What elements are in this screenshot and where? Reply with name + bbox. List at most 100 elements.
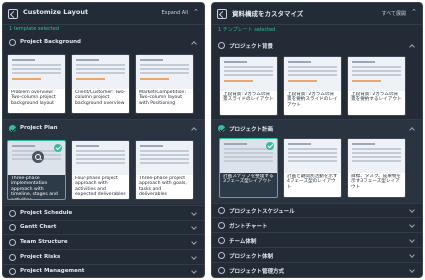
radio-checked-icon[interactable] [218, 125, 225, 132]
section-project-background[interactable]: Project Background [3, 36, 204, 49]
chevron-down-icon[interactable] [191, 224, 197, 230]
selected-count: 1 template selected [9, 26, 60, 32]
template-card[interactable]: Four-phase project approach with activit… [71, 140, 130, 200]
thumbnail [284, 139, 341, 173]
radio-icon[interactable] [9, 268, 16, 275]
chevron-down-icon[interactable] [409, 237, 415, 243]
chevron-down-icon[interactable] [409, 222, 415, 228]
radio-icon[interactable] [218, 42, 225, 49]
panel-header: 資料構成をカスタマイズ すべて展開 ⌃ [212, 3, 422, 25]
template-card-selected[interactable]: Three-phase implementation approach with… [7, 140, 66, 200]
template-card[interactable]: Market/Competition: Two-column layout wi… [135, 54, 194, 114]
selected-count: 1 テンプレート selected [218, 27, 276, 33]
chevron-down-icon[interactable] [191, 210, 197, 216]
section-gantt-chart[interactable]: Gantt Chart [3, 221, 204, 234]
radio-icon[interactable] [218, 237, 225, 244]
section-label: プロジェクト計画 [229, 127, 274, 133]
radio-icon[interactable] [9, 239, 16, 246]
panel-title: 資料構成をカスタマイズ [232, 10, 304, 18]
card-description: 目標、タスク、成果物を示す3フェーズ型レイアウト [351, 174, 402, 190]
chevron-down-icon[interactable] [409, 252, 415, 258]
radio-icon[interactable] [9, 210, 16, 217]
divider [3, 249, 204, 250]
section-project-risks[interactable]: Project Risks [3, 251, 204, 264]
section-project-structure[interactable]: プロジェクト体制 [212, 249, 422, 262]
chevron-up-icon[interactable] [191, 41, 197, 47]
template-card[interactable]: 上段背景: 2カラムの背景スライドのレイアウト [219, 56, 278, 116]
customize-layout-panel-ja: 資料構成をカスタマイズ すべて展開 ⌃ 1 テンプレート selected プロ… [211, 2, 423, 278]
chevron-down-icon[interactable] [409, 207, 415, 213]
chevron-down-icon[interactable] [409, 267, 415, 273]
card-description: 計画ステップを整理する3フェーズ型レイアウト [223, 174, 274, 185]
card-description: 上段背景: 2カラムの背景スライドのレイアウト [223, 92, 274, 103]
divider [212, 247, 422, 248]
panel-title: Customize Layout [23, 8, 89, 16]
chevron-down-icon[interactable] [191, 268, 197, 274]
section-label: プロジェクト管理方式 [229, 269, 285, 275]
radio-icon[interactable] [218, 267, 225, 274]
template-card[interactable]: Three-phase project approach with goals,… [135, 140, 194, 200]
panel-header: Customize Layout Expand All ⌃ [3, 3, 204, 25]
chevron-down-icon[interactable] [191, 239, 197, 245]
chevron-icon[interactable]: ⌃ [411, 8, 417, 16]
expand-all-button[interactable]: Expand All [162, 10, 189, 16]
section-project-schedule[interactable]: プロジェクトスケジュール [212, 204, 422, 217]
template-card-selected[interactable]: 計画ステップを整理する3フェーズ型レイアウト [219, 138, 278, 198]
template-card[interactable]: 計画と期間別活動を示す4フェーズ型のレイアウト [283, 138, 342, 198]
radio-icon[interactable] [218, 222, 225, 229]
chevron-up-icon[interactable] [409, 44, 415, 50]
thumbnail [136, 55, 193, 89]
thumbnail [284, 57, 341, 91]
back-icon[interactable] [8, 9, 18, 19]
card-description: 計画と期間別活動を示す4フェーズ型のレイアウト [287, 174, 338, 190]
radio-icon[interactable] [218, 207, 225, 214]
card-description: Four-phase project approach with activit… [75, 176, 126, 198]
template-card[interactable]: 目標、タスク、成果物を示す3フェーズ型レイアウト [347, 138, 406, 198]
customize-layout-panel-en: Customize Layout Expand All ⌃ 1 template… [2, 2, 205, 278]
chevron-icon[interactable]: ⌃ [193, 8, 199, 16]
section-project-management[interactable]: プロジェクト管理方式 [212, 264, 422, 277]
chevron-up-icon[interactable] [191, 127, 197, 133]
divider [3, 234, 204, 235]
section-label: プロジェクト体制 [229, 254, 274, 260]
section-project-management[interactable]: Project Management [3, 265, 204, 277]
chevron-down-icon[interactable] [191, 254, 197, 260]
section-project-schedule[interactable]: Project Schedule [3, 207, 204, 220]
section-project-background[interactable]: プロジェクト背景 [212, 39, 422, 52]
thumbnail [348, 139, 405, 173]
card-description: Three-phase implementation approach with… [11, 176, 58, 199]
card-description: Market/Competition: Two-column layout wi… [139, 90, 186, 106]
radio-icon[interactable] [9, 224, 16, 231]
chevron-up-icon[interactable] [409, 127, 415, 133]
section-gantt-chart[interactable]: ガントチャート [212, 219, 422, 232]
section-label: Project Background [20, 39, 81, 45]
section-project-plan[interactable]: Project Plan [3, 122, 204, 135]
section-label: Project Risks [20, 254, 61, 260]
divider [3, 205, 204, 206]
section-team-structure[interactable]: Team Structure [3, 236, 204, 249]
card-description: 上段背景: 2カラムの背景を要約するレイアウト [351, 92, 402, 103]
divider [212, 217, 422, 218]
radio-icon[interactable] [9, 254, 16, 261]
section-project-plan[interactable]: プロジェクト計画 [212, 122, 422, 135]
template-card[interactable]: 上段背景: 2カラムの背景を要約するレイアウト [347, 56, 406, 116]
card-description: Problem overview: Two-column project bac… [11, 90, 56, 106]
template-card[interactable]: Client/Customer: Two-column project back… [71, 54, 130, 114]
section-label: チーム体制 [229, 239, 257, 245]
radio-checked-icon[interactable] [9, 125, 16, 132]
zoom-icon[interactable] [32, 151, 44, 163]
section-label: Project Plan [20, 125, 58, 131]
thumbnail [136, 141, 193, 175]
divider [212, 232, 422, 233]
section-label: プロジェクト背景 [229, 44, 274, 50]
template-card[interactable]: 上段背景: 2カラムの背景を要約スライドのレイアウト [283, 56, 342, 116]
screenshot-root: Customize Layout Expand All ⌃ 1 template… [0, 0, 425, 280]
section-team-structure[interactable]: チーム体制 [212, 234, 422, 247]
expand-all-button[interactable]: すべて展開 [382, 10, 406, 17]
check-icon [54, 144, 62, 152]
back-icon[interactable] [217, 9, 227, 19]
radio-icon[interactable] [9, 39, 16, 46]
radio-icon[interactable] [218, 252, 225, 259]
template-card[interactable]: Problem overview: Two-column project bac… [7, 54, 66, 114]
thumbnail [220, 57, 277, 91]
